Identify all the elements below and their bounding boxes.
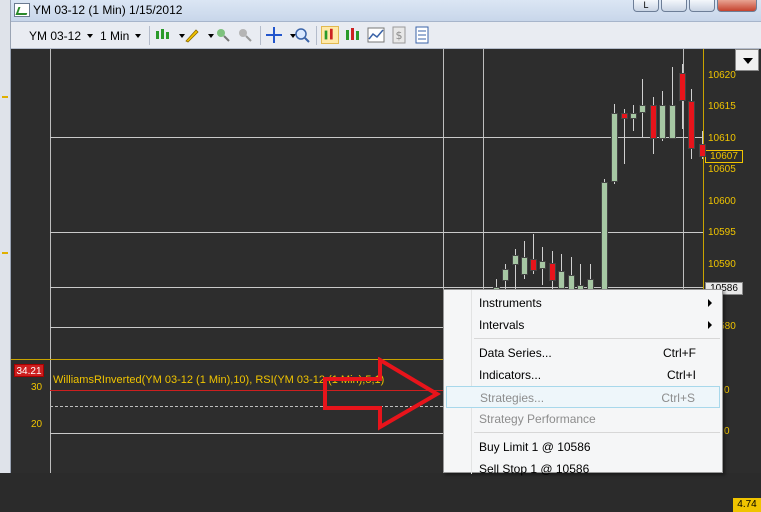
indicator-right-label: 0 (724, 426, 730, 437)
window-title: YM 03-12 (1 Min) 1/15/2012 (33, 3, 183, 17)
last-price-marker: 10607 (705, 150, 743, 163)
menu-separator (474, 338, 720, 339)
session-break-line (50, 49, 51, 473)
toolbar-divider (260, 26, 261, 45)
chevron-down-icon (87, 33, 94, 38)
close-button[interactable] (717, 0, 757, 12)
zoom-out-icon[interactable] (236, 26, 254, 44)
zoom-in-icon[interactable] (214, 26, 232, 44)
price-axis-label: 10615 (708, 101, 736, 112)
menu-item-label: Sell Stop 1 @ 10586 (479, 462, 590, 476)
menu-item-shortcut: Ctrl+S (661, 391, 695, 405)
menu-item-data-series[interactable]: Data Series... Ctrl+F (446, 342, 720, 364)
candle-body (521, 257, 528, 275)
menu-item-label: Indicators... (479, 368, 542, 382)
drawing-tool-icon[interactable] (183, 26, 201, 44)
toolbar-divider (316, 26, 317, 45)
candle-body (650, 105, 657, 139)
link-button[interactable]: L (633, 0, 659, 12)
candle-body (621, 113, 628, 119)
candle-body (601, 182, 608, 294)
toolbar-divider (149, 26, 150, 45)
minimize-button[interactable] (661, 0, 687, 12)
chart-menu-dropdown[interactable] (735, 49, 759, 71)
left-side-panel (0, 0, 11, 473)
candle-body (530, 259, 537, 271)
menu-item-label: Instruments (479, 296, 542, 310)
magnifier-icon[interactable] (293, 26, 311, 44)
price-axis-label: 10600 (708, 196, 736, 207)
candle-body (630, 113, 637, 119)
svg-text:$: $ (396, 29, 403, 42)
dollar-icon[interactable]: $ (390, 26, 408, 44)
candle-body (512, 255, 519, 265)
bar-style-icon[interactable] (154, 26, 172, 44)
chart-window: YM 03-12 (1 Min) 1/15/2012 L YM 03-12 1 … (0, 0, 761, 512)
title-bar[interactable]: YM 03-12 (1 Min) 1/15/2012 L (11, 0, 761, 22)
menu-item-strategy-performance[interactable]: Strategy Performance (446, 408, 720, 430)
menu-item-label: Data Series... (479, 346, 552, 360)
menu-item-intervals[interactable]: Intervals (446, 314, 720, 336)
candle-body (659, 105, 666, 139)
submenu-arrow-icon (708, 299, 712, 307)
price-axis-label: 10605 (708, 164, 736, 175)
candle-body (639, 105, 646, 113)
chart-context-menu: Instruments Intervals Data Series... Ctr… (443, 289, 723, 476)
candle-body (688, 101, 695, 149)
side-marker (2, 96, 8, 98)
menu-item-buy-limit[interactable]: Buy Limit 1 @ 10586 (446, 436, 720, 458)
indicator-right-label: 0 (724, 385, 730, 396)
indicator-axis-label: 20 (31, 419, 43, 430)
candle-body (669, 105, 676, 139)
right-arrow-annotation-icon (323, 357, 441, 431)
side-marker (2, 252, 8, 254)
price-axis-label: 10590 (708, 259, 736, 270)
submenu-arrow-icon (708, 321, 712, 329)
price-axis-label: 10620 (708, 70, 736, 81)
corner-value-marker: 4.74 (733, 498, 761, 512)
menu-item-sell-stop[interactable]: Sell Stop 1 @ 10586 (446, 458, 720, 480)
strategy-chart-icon[interactable] (367, 26, 385, 44)
menu-item-shortcut: Ctrl+I (666, 368, 696, 382)
instrument-selector-label: YM 03-12 (29, 28, 82, 43)
properties-icon[interactable] (413, 26, 431, 44)
chart-app-icon (14, 3, 30, 17)
menu-item-label: Strategy Performance (479, 412, 596, 426)
price-axis-label: 10610 (708, 133, 736, 144)
indicator-axis-label: 30 (31, 382, 43, 393)
chart-toolbar: YM 03-12 1 Min $ (11, 22, 761, 49)
chevron-down-icon (135, 33, 142, 38)
menu-item-label: Strategies... (480, 391, 545, 405)
candle-body (502, 269, 509, 281)
menu-item-strategies[interactable]: Strategies... Ctrl+S (446, 386, 720, 408)
candle-body (679, 73, 686, 101)
data-series-icon[interactable] (321, 26, 339, 44)
interval-selector[interactable]: 1 Min (100, 26, 142, 45)
candle-body (699, 144, 706, 157)
menu-item-instruments[interactable]: Instruments (446, 292, 720, 314)
instrument-selector[interactable]: YM 03-12 (29, 26, 94, 45)
menu-item-indicators[interactable]: Indicators... Ctrl+I (446, 364, 720, 386)
price-axis-label: 10595 (708, 227, 736, 238)
indicators-icon[interactable] (344, 26, 362, 44)
crosshair-icon[interactable] (265, 26, 283, 44)
interval-selector-label: 1 Min (100, 28, 130, 43)
candle-body (558, 271, 565, 289)
candle-body (549, 263, 556, 281)
indicator-value-badge: 34.21 (14, 364, 44, 377)
menu-separator (474, 432, 720, 433)
menu-item-shortcut: Ctrl+F (663, 346, 696, 360)
menu-item-label: Intervals (479, 318, 525, 332)
menu-item-label: Buy Limit 1 @ 10586 (479, 440, 591, 454)
maximize-button[interactable] (689, 0, 715, 12)
candle-body (611, 113, 618, 182)
window-controls: L (633, 0, 757, 12)
candle-body (539, 261, 546, 269)
price-gridline (50, 137, 703, 138)
